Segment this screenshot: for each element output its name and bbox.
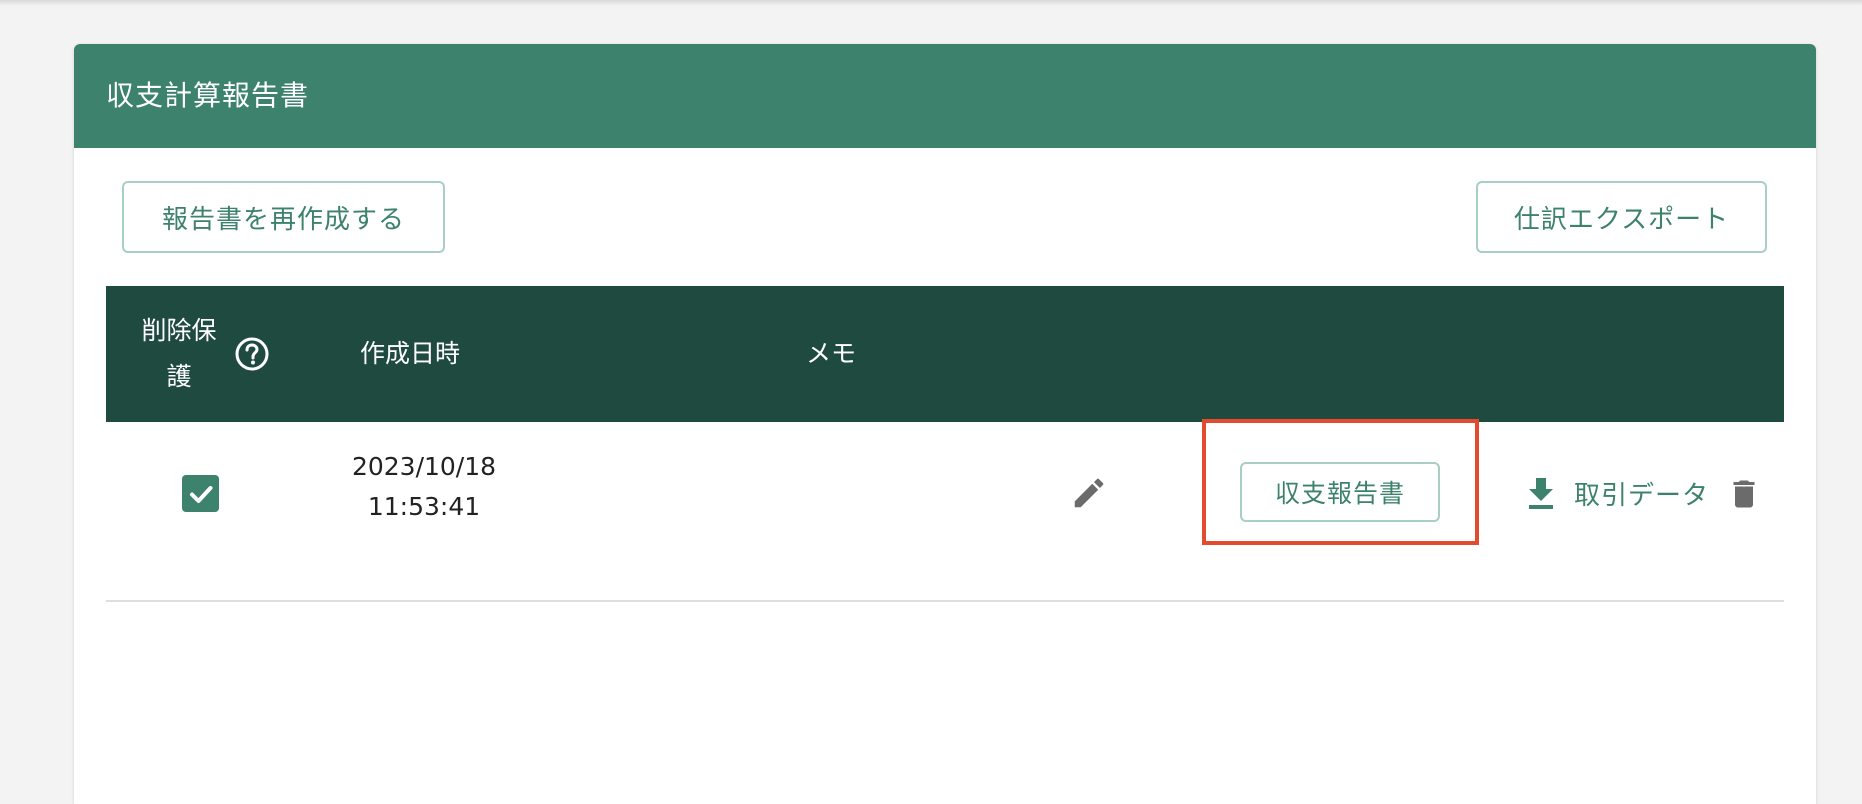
top-app-bar-shadow — [0, 0, 1862, 6]
column-header-memo: メモ — [806, 339, 857, 368]
journal-export-button[interactable]: 仕訳エクスポート — [1476, 181, 1767, 253]
created-at-cell: 2023/10/18 11:53:41 — [304, 447, 544, 527]
delete-protect-checkbox[interactable] — [182, 475, 219, 512]
report-panel: 収支計算報告書 報告書を再作成する 仕訳エクスポート 削除保 護 作成日時 メモ… — [74, 44, 1816, 804]
table-row: 2023/10/18 11:53:41 収支報告書 取引データ — [106, 419, 1784, 602]
column-header-delete-protect-line1: 削除保 — [141, 316, 217, 345]
recreate-report-label: 報告書を再作成する — [161, 204, 405, 235]
pencil-icon[interactable] — [1070, 474, 1108, 512]
trash-icon[interactable] — [1726, 476, 1762, 512]
created-time: 11:53:41 — [367, 492, 481, 521]
download-icon — [1529, 478, 1553, 509]
column-header-created-at: 作成日時 — [360, 339, 461, 368]
created-date: 2023/10/18 — [351, 452, 497, 481]
journal-export-label: 仕訳エクスポート — [1513, 204, 1730, 235]
transaction-data-download-link[interactable]: 取引データ — [1526, 468, 1709, 518]
check-icon — [189, 485, 212, 503]
panel-title: 収支計算報告書 — [106, 79, 310, 112]
recreate-report-button[interactable]: 報告書を再作成する — [122, 181, 445, 253]
table-header: 削除保 護 作成日時 メモ — [106, 286, 1784, 422]
column-header-delete-protect-line2: 護 — [166, 362, 192, 391]
highlight-box — [1202, 419, 1479, 545]
transaction-data-label: 取引データ — [1574, 480, 1710, 511]
help-circle-icon[interactable] — [234, 336, 270, 372]
column-header-delete-protect: 削除保 護 — [134, 308, 224, 400]
panel-header: 収支計算報告書 — [74, 44, 1816, 148]
